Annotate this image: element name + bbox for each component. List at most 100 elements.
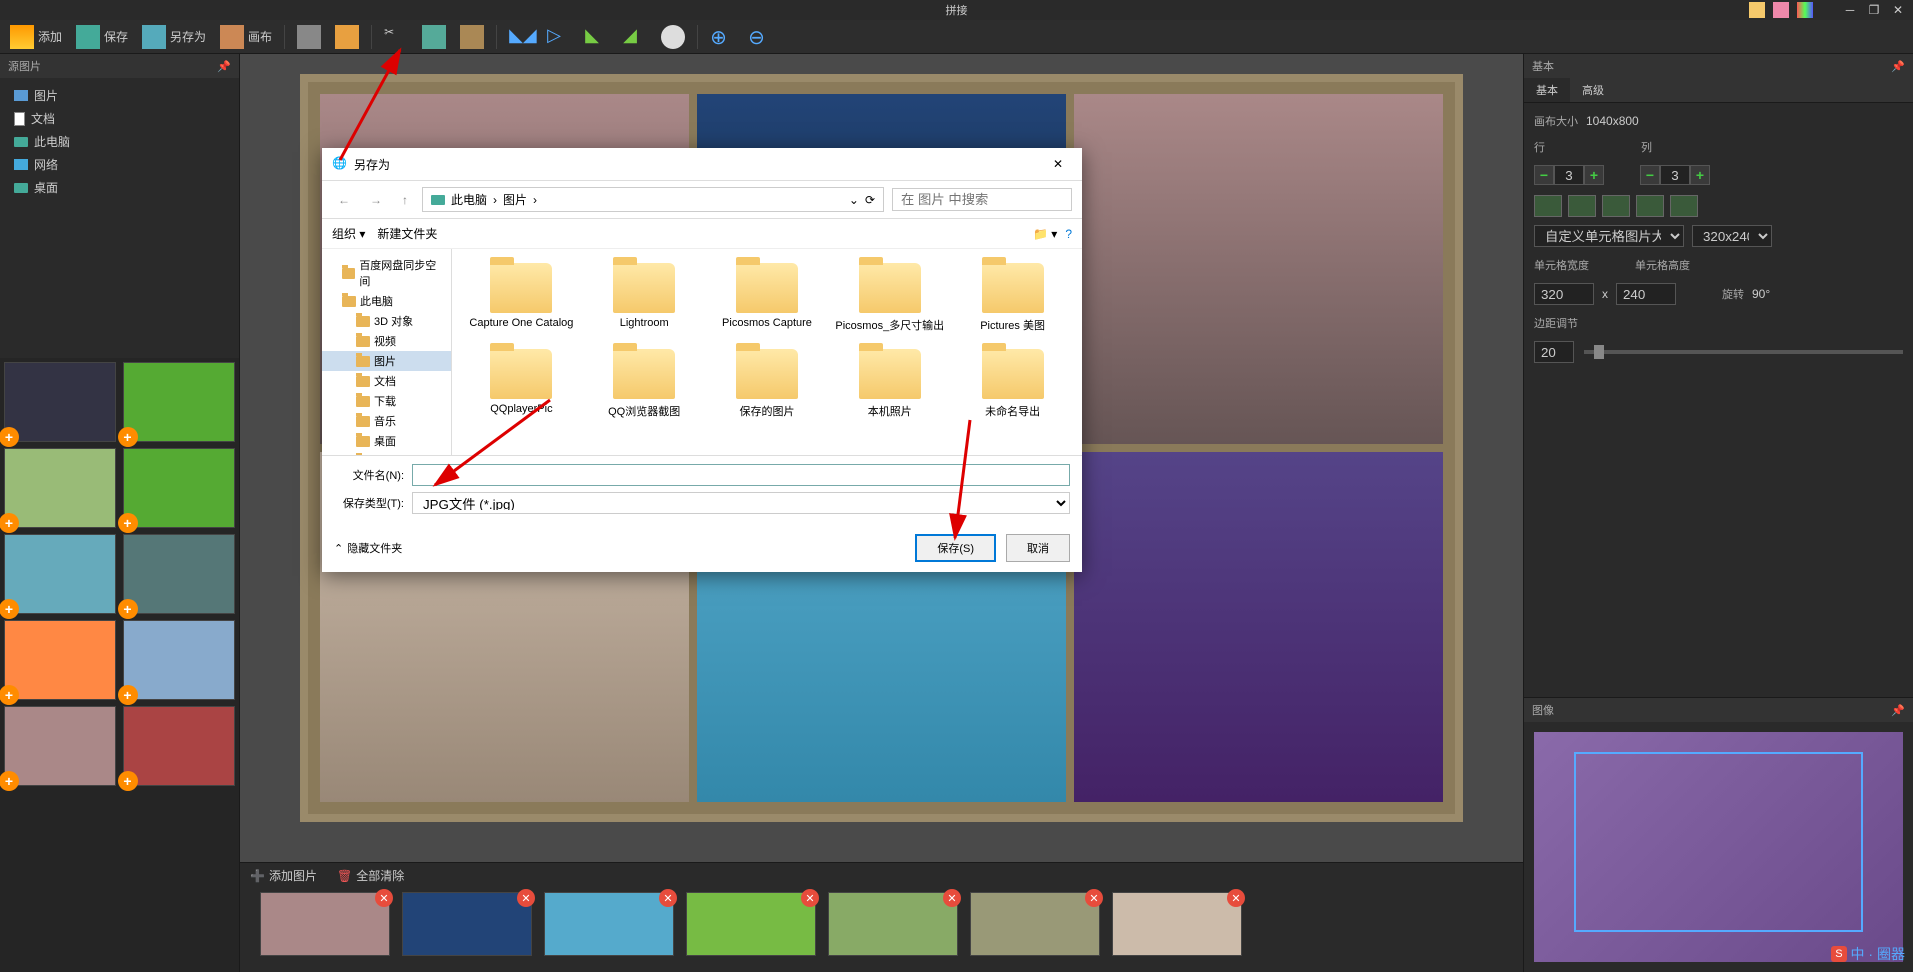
layout-preset[interactable] xyxy=(1670,195,1698,217)
dialog-file-item[interactable]: Lightroom xyxy=(585,259,704,337)
tree-item[interactable]: 文档 xyxy=(0,107,239,130)
toolbar-rotate[interactable] xyxy=(416,23,452,51)
hide-folders-toggle[interactable]: ⌃ 隐藏文件夹 xyxy=(334,540,402,556)
thumbnail-item[interactable]: + xyxy=(4,448,116,528)
toolbar-mail[interactable] xyxy=(329,23,365,51)
toolbar-flip-v[interactable]: ▷ xyxy=(541,23,577,51)
filetype-select[interactable]: JPG文件 (*.jpg) xyxy=(412,492,1070,514)
pin-icon[interactable]: 📌 xyxy=(217,60,231,73)
dialog-tree-item[interactable]: 音乐 xyxy=(322,411,451,431)
dialog-tree-item[interactable]: 视频 xyxy=(322,331,451,351)
dialog-tree-item[interactable]: 桌面 xyxy=(322,431,451,451)
filename-input[interactable] xyxy=(412,464,1070,486)
add-badge-icon[interactable]: + xyxy=(118,685,138,705)
cell-width-input[interactable] xyxy=(1534,283,1594,305)
dialog-file-item[interactable]: 未命名导出 xyxy=(953,345,1072,423)
add-badge-icon[interactable]: + xyxy=(0,599,19,619)
tree-item[interactable]: 网络 xyxy=(0,153,239,176)
thumbnail-item[interactable]: + xyxy=(4,362,116,442)
view-options-button[interactable]: 📁 ▾ xyxy=(1033,227,1057,241)
canvas-cell[interactable] xyxy=(1074,94,1443,444)
refresh-icon[interactable]: ⟳ xyxy=(865,193,875,207)
strip-thumbnail[interactable]: ✕ xyxy=(970,892,1100,956)
tree-item[interactable]: 桌面 xyxy=(0,176,239,199)
cell-size-preset-select[interactable]: 320x240 xyxy=(1692,225,1772,247)
thumbnail-item[interactable]: + xyxy=(123,362,235,442)
remove-icon[interactable]: ✕ xyxy=(801,889,819,907)
dialog-file-item[interactable]: QQplayerPic xyxy=(462,345,581,423)
pin-icon[interactable]: 📌 xyxy=(1891,704,1905,717)
pin-icon[interactable]: 📌 xyxy=(1891,60,1905,73)
toolbar-adjust[interactable] xyxy=(655,23,691,51)
nav-forward-button[interactable]: → xyxy=(364,191,388,209)
help-icon[interactable]: ? xyxy=(1065,227,1072,241)
strip-clear-button[interactable]: 🗑全部清除 xyxy=(337,867,404,884)
add-badge-icon[interactable]: + xyxy=(0,771,19,791)
tab-basic[interactable]: 基本 xyxy=(1524,78,1570,102)
remove-icon[interactable]: ✕ xyxy=(1085,889,1103,907)
thumbnail-item[interactable]: + xyxy=(123,620,235,700)
maximize-button[interactable]: ❐ xyxy=(1863,2,1885,18)
layout-preset[interactable] xyxy=(1636,195,1664,217)
dialog-file-item[interactable]: Capture One Catalog xyxy=(462,259,581,337)
margin-input[interactable] xyxy=(1534,341,1574,363)
margin-slider[interactable] xyxy=(1584,350,1903,354)
add-badge-icon[interactable]: + xyxy=(118,599,138,619)
chevron-down-icon[interactable]: ⌄ xyxy=(849,193,859,207)
toolbar-rotate-l[interactable]: ◣ xyxy=(579,23,615,51)
minimize-button[interactable]: ─ xyxy=(1839,2,1861,18)
nav-back-button[interactable]: ← xyxy=(332,191,356,209)
nav-up-button[interactable]: ↑ xyxy=(396,191,414,209)
toolbar-flip-h[interactable]: ◣◢ xyxy=(503,23,539,51)
toolbar-add[interactable]: 添加 xyxy=(4,23,68,51)
remove-icon[interactable]: ✕ xyxy=(659,889,677,907)
cell-size-mode-select[interactable]: 自定义单元格图片大小 xyxy=(1534,225,1684,247)
preview-crop-box[interactable] xyxy=(1574,752,1863,932)
plus-icon[interactable]: + xyxy=(1690,165,1710,185)
layout-preset[interactable] xyxy=(1568,195,1596,217)
strip-thumbnail[interactable]: ✕ xyxy=(544,892,674,956)
toolbar-cut[interactable]: ✂ xyxy=(378,23,414,51)
dialog-tree-item[interactable]: 百度网盘同步空间 xyxy=(322,255,451,291)
thumbnail-item[interactable]: + xyxy=(4,534,116,614)
preview-image[interactable] xyxy=(1534,732,1903,962)
layout-preset[interactable] xyxy=(1602,195,1630,217)
pencil-icon[interactable] xyxy=(1773,2,1789,18)
strip-thumbnail[interactable]: ✕ xyxy=(686,892,816,956)
dialog-tree-item[interactable]: 下载 xyxy=(322,391,451,411)
add-badge-icon[interactable]: + xyxy=(0,685,19,705)
dialog-file-item[interactable]: 保存的图片 xyxy=(708,345,827,423)
address-bar[interactable]: 此电脑› 图片› ⌄ ⟳ xyxy=(422,187,884,212)
new-folder-button[interactable]: 新建文件夹 xyxy=(377,225,437,242)
minus-icon[interactable]: − xyxy=(1640,165,1660,185)
add-badge-icon[interactable]: + xyxy=(0,427,19,447)
add-badge-icon[interactable]: + xyxy=(118,427,138,447)
dialog-file-item[interactable]: Picosmos_多尺寸输出 xyxy=(830,259,949,337)
strip-thumbnail[interactable]: ✕ xyxy=(260,892,390,956)
thumbnails-panel[interactable]: ++++++++++ xyxy=(0,358,239,972)
cell-height-input[interactable] xyxy=(1616,283,1676,305)
rows-input[interactable] xyxy=(1554,165,1584,185)
add-badge-icon[interactable]: + xyxy=(0,513,19,533)
remove-icon[interactable]: ✕ xyxy=(517,889,535,907)
tree-item[interactable]: 图片 xyxy=(0,84,239,107)
layout-preset[interactable] xyxy=(1534,195,1562,217)
toolbar-canvas[interactable]: 画布 xyxy=(214,23,278,51)
toolbar-rotate-r[interactable]: ◢ xyxy=(617,23,653,51)
close-button[interactable]: ✕ xyxy=(1887,2,1909,18)
tab-advanced[interactable]: 高级 xyxy=(1570,78,1616,102)
toolbar-zoom-out[interactable]: ⊖ xyxy=(742,23,778,51)
thumbnail-item[interactable]: + xyxy=(123,448,235,528)
remove-icon[interactable]: ✕ xyxy=(1227,889,1245,907)
strip-thumbnail[interactable]: ✕ xyxy=(402,892,532,956)
add-badge-icon[interactable]: + xyxy=(118,771,138,791)
dialog-folder-tree[interactable]: 百度网盘同步空间此电脑3D 对象视频图片文档下载音乐桌面本地磁盘 (C:)软件 … xyxy=(322,249,452,455)
toolbar-print[interactable] xyxy=(291,23,327,51)
dialog-file-list[interactable]: Capture One CatalogLightroomPicosmos Cap… xyxy=(452,249,1082,455)
minus-icon[interactable]: − xyxy=(1534,165,1554,185)
cancel-button[interactable]: 取消 xyxy=(1006,534,1070,562)
thumbnail-item[interactable]: + xyxy=(123,534,235,614)
dialog-tree-item[interactable]: 此电脑 xyxy=(322,291,451,311)
dialog-tree-item[interactable]: 3D 对象 xyxy=(322,311,451,331)
strip-thumbnail[interactable]: ✕ xyxy=(828,892,958,956)
